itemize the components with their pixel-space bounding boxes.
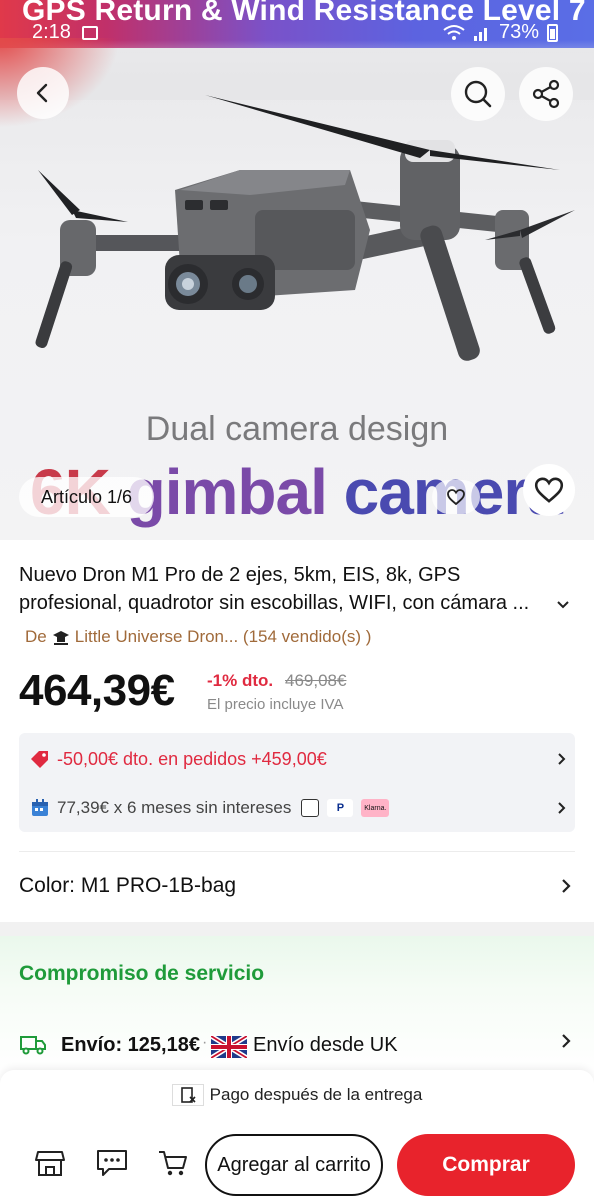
back-icon — [36, 83, 48, 103]
card-icon — [301, 799, 320, 817]
search-icon — [464, 80, 492, 108]
battery-percent: 73% — [498, 21, 539, 43]
status-bar: 2:18 73% — [0, 18, 594, 48]
wifi-icon — [443, 24, 465, 40]
product-title[interactable]: Nuevo Dron M1 Pro de 2 ejes, 5km, EIS, 8… — [19, 561, 574, 617]
promotions-box: -50,00€ dto. en pedidos +459,00€ 77,39€ … — [19, 733, 575, 832]
back-button[interactable] — [17, 67, 69, 119]
chat-icon[interactable] — [95, 1148, 129, 1178]
store-logo — [52, 631, 69, 645]
color-label: Color: M1 PRO-1B-bag — [19, 874, 237, 897]
installments-text: 77,39€ x 6 meses sin intereses — [57, 798, 292, 817]
drone-illustration — [35, 95, 575, 361]
separator-dot: · — [202, 1034, 208, 1051]
vat-note: El precio incluye IVA — [207, 696, 344, 713]
pay-later-icon — [171, 1084, 204, 1106]
signal-icon — [473, 27, 487, 41]
image-caption: Dual camera design — [145, 410, 449, 448]
chevron-right-icon — [558, 802, 566, 814]
truck-icon — [20, 1036, 46, 1055]
store-link[interactable]: De Little Universe Dron... (154 vendido(… — [25, 627, 371, 647]
coupon-icon — [31, 751, 48, 768]
buy-now-button[interactable]: Comprar — [397, 1134, 575, 1196]
calendar-icon — [32, 799, 48, 816]
store-icon[interactable] — [34, 1148, 66, 1178]
shipping-origin: Envío desde UK — [253, 1034, 398, 1056]
status-time: 2:18 — [32, 21, 71, 43]
service-commitment: Compromiso de servicio Envío: 125,18€ · … — [0, 936, 594, 1072]
share-icon — [532, 79, 560, 109]
service-title: Compromiso de servicio — [19, 962, 265, 985]
chevron-down-icon[interactable] — [555, 598, 571, 612]
battery-icon — [547, 23, 558, 42]
add-to-cart-button[interactable]: Agregar al carrito — [205, 1134, 383, 1196]
cart-icon[interactable] — [157, 1148, 189, 1178]
share-button[interactable] — [519, 67, 573, 121]
coupon-row[interactable]: -50,00€ dto. en pedidos +459,00€ — [19, 735, 575, 783]
store-prefix: De — [25, 627, 47, 646]
uk-flag-icon — [211, 1036, 247, 1058]
pay-later-note: Pago después de la entrega — [0, 1084, 594, 1106]
coupon-text: -50,00€ dto. en pedidos +459,00€ — [57, 748, 327, 769]
shipping-price: Envío: 125,18€ — [61, 1034, 200, 1056]
chevron-right-icon — [562, 879, 571, 893]
search-button[interactable] — [451, 67, 505, 121]
favorite-button[interactable] — [523, 464, 575, 516]
chevron-right-icon — [562, 1034, 571, 1048]
bottom-action-bar: Pago después de la entrega Agregar al ca… — [0, 1070, 594, 1200]
heart-icon — [447, 489, 465, 506]
image-counter: Artículo 1/6 — [19, 477, 155, 517]
color-selector[interactable]: Color: M1 PRO-1B-bag — [0, 865, 594, 909]
product-image-gallery[interactable]: GPS Return & Wind Resistance Level 7 Dua… — [0, 0, 594, 540]
divider — [19, 851, 575, 852]
heart-icon — [534, 477, 564, 503]
shipping-row[interactable]: Envío: 125,18€ · Envío desde UK — [0, 1024, 594, 1064]
wishlist-count-button[interactable] — [432, 480, 480, 514]
product-price: 464,39€ — [19, 666, 175, 715]
section-separator — [0, 922, 594, 936]
gallery-notification-icon — [82, 26, 98, 40]
chevron-right-icon — [558, 753, 566, 765]
discount-badge: -1% dto. — [207, 671, 274, 690]
store-name: Little Universe Dron... (154 vendido(s) … — [74, 627, 372, 646]
klarna-icon: Klarna. — [361, 799, 390, 817]
paypal-icon: P — [327, 799, 354, 817]
original-price: 469,08€ — [285, 671, 347, 690]
installments-row[interactable]: 77,39€ x 6 meses sin intereses P Klarna. — [19, 784, 575, 832]
